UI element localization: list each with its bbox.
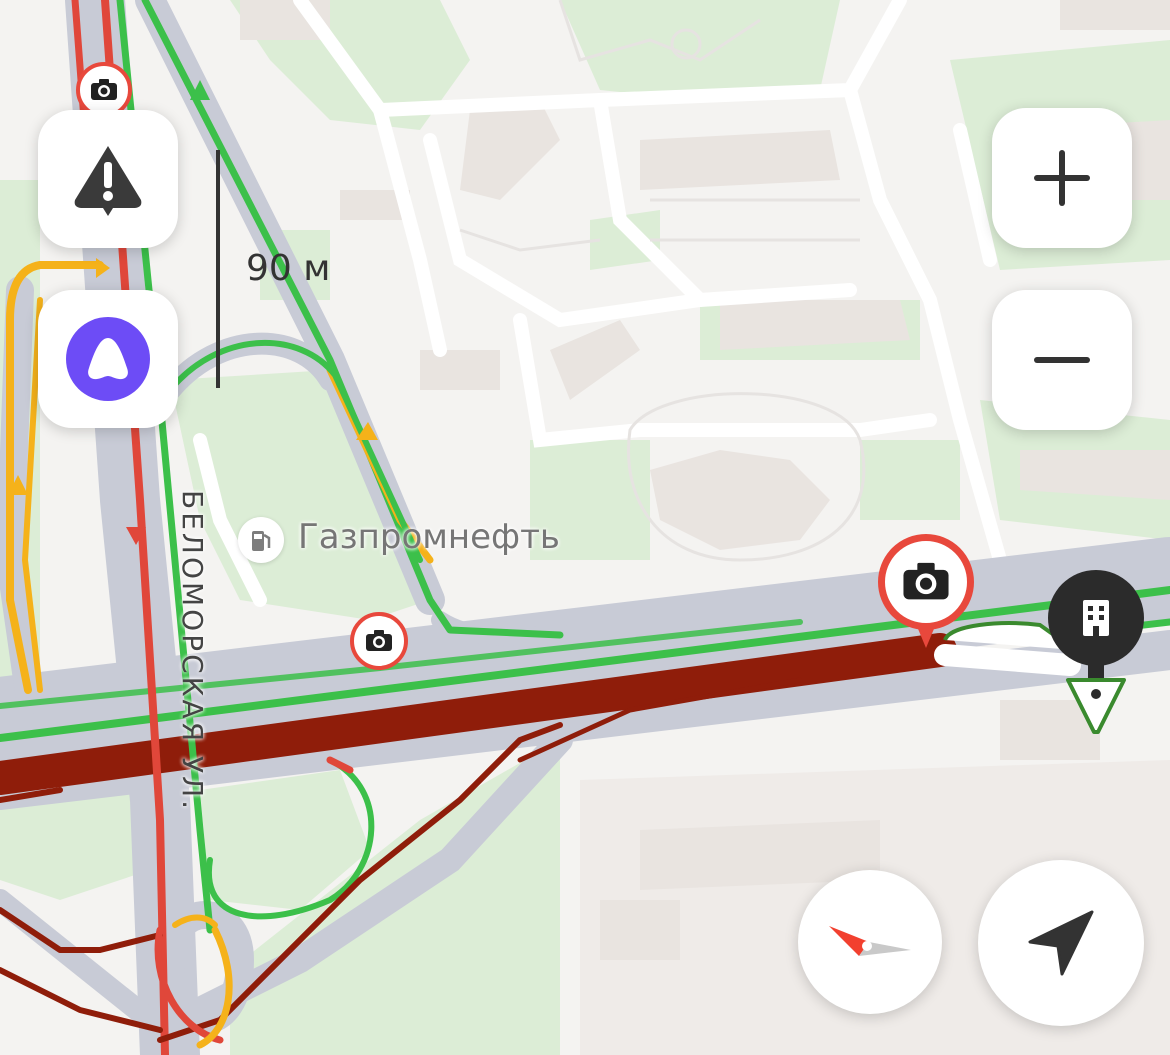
street-label: БЕЛОМОРСКАЯ УЛ.	[176, 490, 209, 813]
report-incident-button[interactable]	[38, 110, 178, 248]
alice-icon	[66, 317, 150, 401]
camera-icon[interactable]	[878, 534, 974, 630]
zoom-in-button[interactable]	[992, 108, 1132, 248]
fuel-station-icon[interactable]	[238, 517, 284, 563]
navigation-arrow-icon	[1028, 910, 1094, 976]
compass-icon	[829, 926, 911, 956]
minus-icon	[1034, 357, 1090, 363]
camera-icon[interactable]	[350, 612, 408, 670]
compass-button[interactable]	[798, 870, 942, 1014]
voice-assistant-button[interactable]	[38, 290, 178, 428]
scale-label: 90 м	[246, 248, 331, 289]
plus-icon	[1034, 150, 1090, 206]
poi-label[interactable]: Газпромнефть	[298, 517, 560, 557]
building-icon[interactable]	[1048, 570, 1144, 666]
destination-pin-icon[interactable]	[1064, 676, 1128, 736]
my-location-button[interactable]	[978, 860, 1144, 1026]
zoom-out-button[interactable]	[992, 290, 1132, 430]
warning-icon	[74, 146, 142, 216]
camera-pin-tail	[916, 624, 936, 648]
scale-bar	[216, 150, 220, 388]
